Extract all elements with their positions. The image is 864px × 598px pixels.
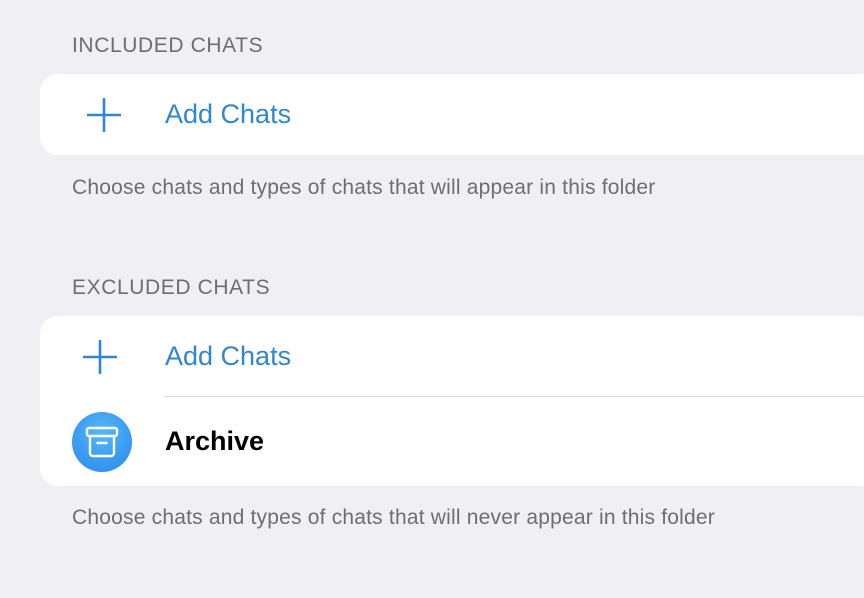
archive-box-icon <box>72 411 132 472</box>
excluded-archive-row[interactable]: Archive <box>40 397 864 486</box>
included-add-chats-row[interactable]: Add Chats <box>40 74 864 155</box>
included-chats-header: INCLUDED CHATS <box>72 34 264 57</box>
plus-icon <box>80 337 120 377</box>
excluded-add-chats-label: Add Chats <box>165 341 292 371</box>
archive-avatar <box>72 411 132 472</box>
excluded-add-chats-row[interactable]: Add Chats <box>40 316 864 397</box>
excluded-chats-footer: Choose chats and types of chats that wil… <box>72 506 715 529</box>
included-chats-footer: Choose chats and types of chats that wil… <box>72 176 656 199</box>
excluded-chats-header: EXCLUDED CHATS <box>72 276 271 299</box>
plus-icon <box>84 95 124 135</box>
included-chats-card: Add Chats <box>40 74 864 155</box>
excluded-chats-card: Add Chats Archive <box>40 316 864 486</box>
included-add-chats-label: Add Chats <box>165 99 292 129</box>
excluded-archive-label: Archive <box>165 426 265 456</box>
